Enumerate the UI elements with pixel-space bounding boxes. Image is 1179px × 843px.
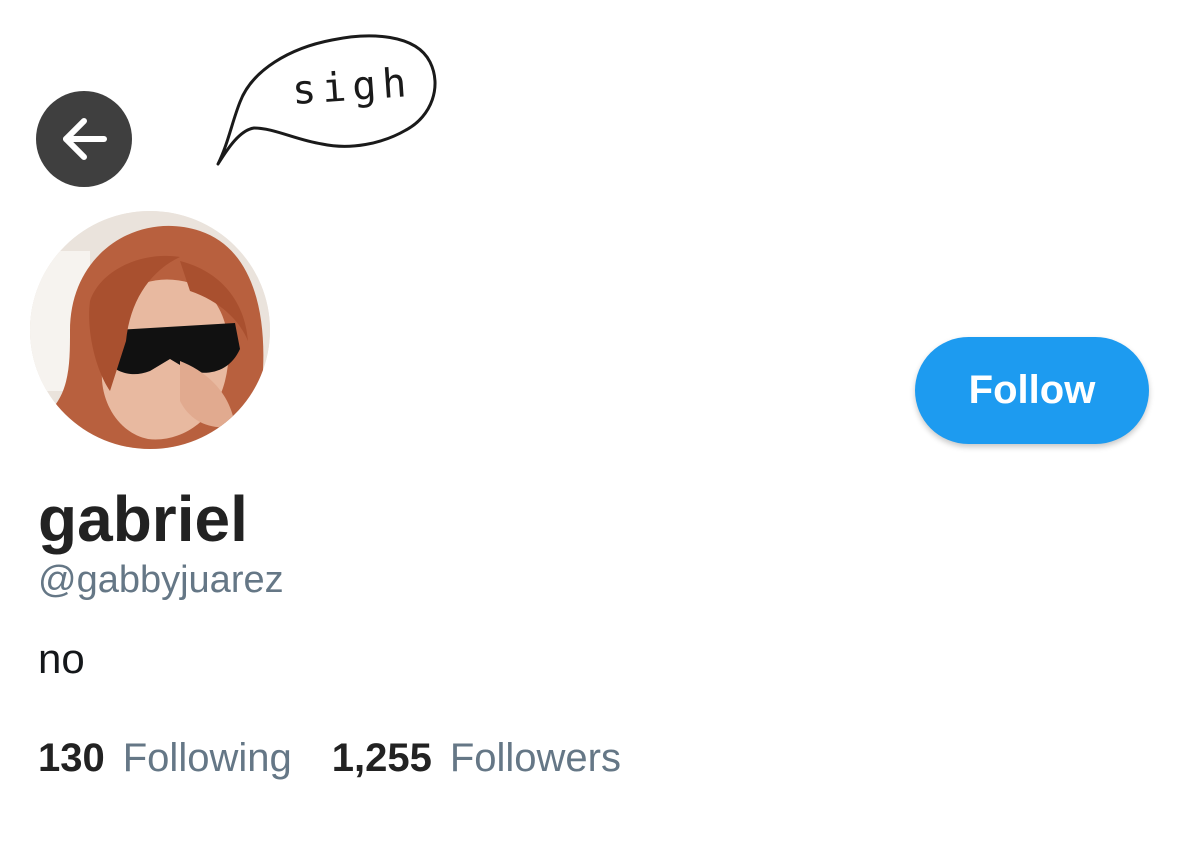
user-handle: @gabbyjuarez bbox=[38, 559, 284, 601]
avatar[interactable] bbox=[30, 211, 270, 449]
follow-button[interactable]: Follow bbox=[915, 337, 1149, 444]
arrow-left-icon bbox=[56, 111, 112, 167]
display-name: gabriel bbox=[38, 483, 248, 555]
followers-stat-link[interactable]: 1,255 Followers bbox=[332, 736, 621, 781]
following-count: 130 bbox=[38, 736, 105, 780]
bio: no bbox=[38, 635, 85, 682]
profile-stats: 130 Following 1,255 Followers bbox=[38, 736, 621, 781]
followers-label: Followers bbox=[449, 736, 621, 780]
speech-bubble-text: sigh bbox=[290, 59, 414, 115]
following-stat-link[interactable]: 130 Following bbox=[38, 736, 292, 781]
back-button[interactable] bbox=[36, 91, 132, 187]
speech-bubble-doodle: sigh bbox=[210, 22, 446, 180]
following-label: Following bbox=[122, 736, 292, 780]
followers-count: 1,255 bbox=[331, 736, 432, 780]
